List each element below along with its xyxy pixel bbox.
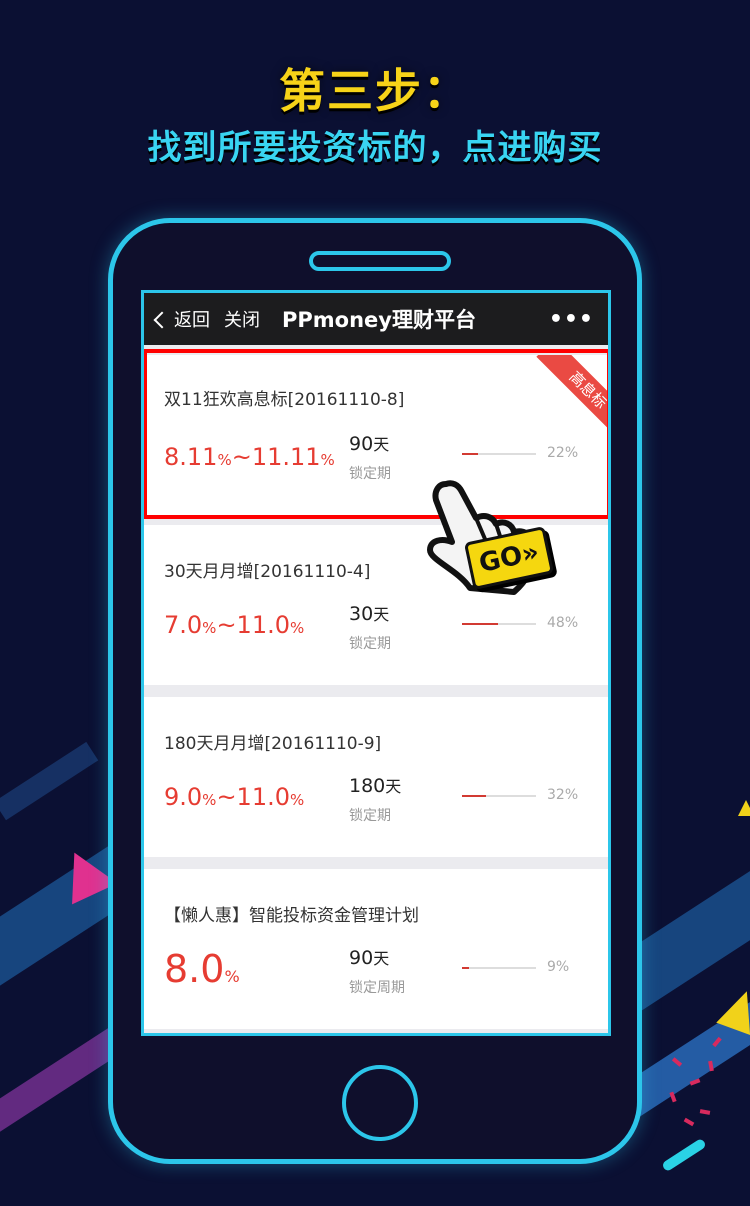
product-rate: 8.0% [164, 947, 240, 991]
more-menu-icon[interactable]: ••• [549, 307, 594, 332]
phone-screen: 返回 关闭 PPmoney理财平台 ••• 双11狂欢高息标[20161110-… [141, 290, 611, 1036]
close-button[interactable]: 关闭 [224, 306, 260, 332]
progress-text: 22% [547, 445, 579, 461]
progress-fill [462, 453, 479, 455]
product-title: 【懒人惠】智能投标资金管理计划 [164, 906, 419, 926]
product-card[interactable]: 180天月月增[20161110-9] 9.0%~11.0% 180天 锁定期 … [144, 697, 608, 857]
decorative-triangle [738, 800, 750, 816]
app-navbar: 返回 关闭 PPmoney理财平台 ••• [144, 293, 608, 345]
product-term: 90天 [349, 433, 390, 455]
product-card[interactable]: 【懒人惠】智能投标资金管理计划 8.0% 90天 锁定周期 9% [144, 869, 608, 1029]
product-title: 30天月月增[20161110-4] [164, 562, 371, 582]
back-button[interactable]: 返回 [153, 306, 210, 332]
page-title: PPmoney理财平台 [282, 308, 476, 332]
confetti [683, 1117, 695, 1127]
progress-fill [462, 967, 469, 969]
phone-speaker [309, 251, 451, 271]
step-subtitle: 找到所要投资标的，点进购买 [147, 128, 603, 168]
phone-home-button [342, 1065, 418, 1141]
product-term: 90天 [349, 947, 390, 969]
term-label: 锁定期 [349, 466, 391, 482]
high-interest-ribbon: 高息标 [516, 355, 608, 447]
progress-bar [462, 453, 536, 455]
product-title: 双11狂欢高息标[20161110-8] [164, 390, 405, 410]
product-rate: 9.0%~11.0% [164, 783, 305, 811]
progress-fill [462, 623, 498, 625]
step-title: 第三步： [279, 64, 471, 118]
progress-bar [462, 967, 536, 969]
product-term: 30天 [349, 603, 390, 625]
term-label: 锁定期 [349, 636, 391, 652]
term-label: 锁定周期 [349, 980, 405, 996]
progress-text: 32% [547, 787, 579, 803]
ribbon-label: 高息标 [536, 355, 608, 442]
progress-text: 9% [547, 959, 570, 975]
confetti [699, 1109, 711, 1115]
progress-bar [462, 623, 536, 625]
progress-bar [462, 795, 536, 797]
decorative-dash [661, 1137, 707, 1173]
phone-frame: 返回 关闭 PPmoney理财平台 ••• 双11狂欢高息标[20161110-… [108, 218, 642, 1164]
product-title: 180天月月增[20161110-9] [164, 734, 382, 754]
progress-fill [462, 795, 486, 797]
progress-text: 48% [547, 615, 579, 631]
chevron-left-icon [153, 311, 171, 328]
product-term: 180天 [349, 775, 402, 797]
decorative-stripe [0, 741, 99, 821]
term-label: 锁定期 [349, 808, 391, 824]
product-rate: 8.11%~11.11% [164, 443, 335, 471]
product-rate: 7.0%~11.0% [164, 611, 305, 639]
back-label: 返回 [174, 310, 210, 331]
